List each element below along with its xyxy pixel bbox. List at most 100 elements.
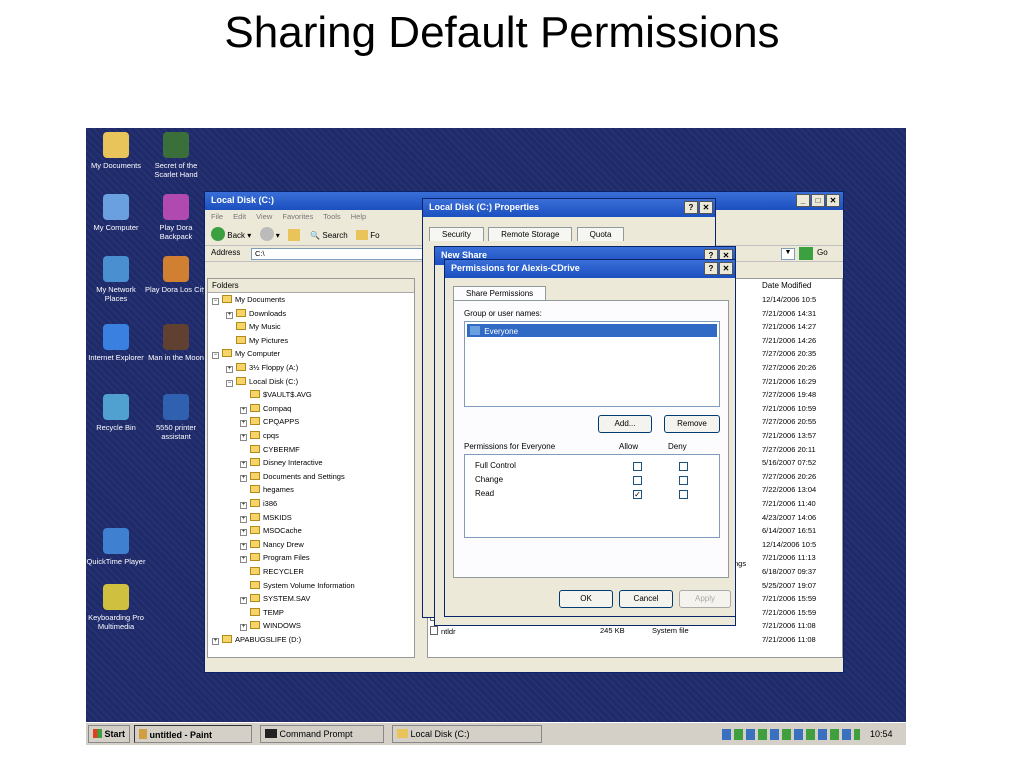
tree-item[interactable]: + MSKIDS (240, 512, 292, 526)
desktop-icon[interactable]: Internet Explorer (86, 324, 148, 362)
start-button[interactable]: Start (88, 725, 130, 743)
expand-toggle-icon[interactable]: + (240, 406, 247, 414)
expand-toggle-icon[interactable]: + (240, 502, 247, 509)
deny-checkbox[interactable] (679, 462, 688, 471)
tree-item[interactable]: CYBERMF (240, 444, 300, 458)
properties-titlebar[interactable]: Local Disk (C:) Properties ? ✕ (423, 199, 715, 217)
expand-toggle-icon[interactable]: + (240, 474, 247, 482)
deny-checkbox[interactable] (679, 490, 688, 499)
tree-item[interactable]: + i386 (240, 499, 277, 512)
user-list[interactable]: Everyone (464, 321, 720, 407)
tree-item[interactable]: + Downloads (226, 308, 286, 322)
expand-toggle-icon[interactable]: + (240, 461, 247, 469)
desktop-icon[interactable]: Man in the Moon (144, 324, 208, 362)
search-button[interactable]: Search (322, 231, 347, 240)
back-button[interactable]: Back (227, 231, 245, 240)
tree-item[interactable]: My Pictures (226, 335, 288, 349)
expand-toggle-icon[interactable]: + (240, 434, 247, 441)
tree-item[interactable]: + WINDOWS (240, 621, 301, 634)
add-button[interactable]: Add... (598, 415, 652, 433)
close-button[interactable]: ✕ (826, 194, 840, 207)
apply-button[interactable]: Apply (679, 590, 731, 608)
back-icon[interactable] (211, 227, 225, 241)
cancel-button[interactable]: Cancel (619, 590, 673, 608)
tab-quota[interactable]: Quota (576, 227, 625, 241)
desktop-icon[interactable]: Keyboarding Pro Multimedia (86, 584, 148, 631)
tree-item[interactable]: TEMP (240, 607, 284, 621)
tree-item[interactable]: − Local Disk (C:) (226, 376, 298, 390)
maximize-button[interactable]: □ (811, 194, 825, 207)
expand-toggle-icon[interactable]: − (226, 379, 233, 387)
tab-remote-storage[interactable]: Remote Storage (488, 227, 573, 241)
desktop-icon[interactable]: My Network Places (86, 256, 148, 303)
tree-item[interactable]: + APABUGSLIFE (D:) (212, 635, 301, 648)
expand-toggle-icon[interactable]: + (240, 529, 247, 537)
address-input[interactable]: C:\ (251, 248, 441, 260)
close-button[interactable]: ✕ (719, 262, 733, 275)
task-paint[interactable]: untitled - Paint (134, 725, 252, 743)
allow-checkbox[interactable]: ✓ (633, 490, 642, 499)
expand-toggle-icon[interactable]: − (212, 298, 219, 305)
task-local-disk[interactable]: Local Disk (C:) (392, 725, 542, 743)
allow-checkbox[interactable] (633, 462, 642, 471)
tree-item[interactable]: + cpqs (240, 431, 279, 444)
tree-item[interactable]: My Music (226, 322, 281, 335)
expand-toggle-icon[interactable]: + (240, 420, 247, 428)
tree-item[interactable]: +3½ Floppy (A:) (226, 363, 298, 376)
allow-checkbox[interactable] (633, 476, 642, 485)
tab-security[interactable]: Security (429, 227, 484, 241)
expand-toggle-icon[interactable]: + (240, 556, 247, 564)
desktop-icon[interactable]: My Documents (86, 132, 148, 170)
desktop-icon[interactable]: My Computer (86, 194, 148, 232)
tree-item[interactable]: + CPQAPPS (240, 417, 299, 430)
expand-toggle-icon[interactable]: + (240, 542, 247, 550)
tree-item[interactable]: − My Documents (212, 295, 285, 308)
forward-icon[interactable] (259, 227, 274, 241)
folders-icon[interactable] (356, 230, 368, 240)
tree-item[interactable]: $VAULT$.AVG (240, 390, 312, 403)
deny-checkbox[interactable] (679, 476, 688, 485)
tree-item[interactable]: RECYCLER (240, 567, 304, 580)
tab-share-permissions[interactable]: Share Permissions (453, 286, 547, 300)
search-icon[interactable]: 🔍 (310, 231, 320, 240)
expand-toggle-icon[interactable]: + (240, 597, 247, 605)
expand-toggle-icon[interactable]: + (212, 638, 219, 645)
tree-item[interactable]: + SYSTEM.SAV (240, 594, 310, 607)
help-button[interactable]: ? (684, 201, 698, 214)
expand-toggle-icon[interactable]: − (212, 352, 219, 360)
desktop-icon[interactable]: QuickTime Player (86, 528, 148, 566)
tray-icons[interactable] (722, 729, 860, 740)
expand-toggle-icon[interactable]: + (226, 311, 233, 319)
desktop-icon[interactable]: Play Dora Los City (144, 256, 208, 294)
tree-item[interactable]: + Compaq (240, 403, 291, 417)
expand-toggle-icon[interactable]: + (240, 515, 247, 523)
tree-item[interactable]: System Volume Information (240, 580, 355, 594)
tree-item[interactable]: + Program Files (240, 553, 310, 566)
go-button[interactable]: Go (817, 248, 828, 257)
permissions-titlebar[interactable]: Permissions for Alexis-CDrive ? ✕ (445, 260, 735, 278)
up-folder-icon[interactable] (287, 229, 300, 241)
tree-item[interactable]: + Documents and Settings (240, 471, 345, 485)
tree-item[interactable]: hegames (240, 485, 294, 498)
expand-toggle-icon[interactable]: + (226, 366, 233, 373)
minimize-button[interactable]: _ (796, 194, 810, 207)
expand-toggle-icon[interactable]: + (240, 624, 247, 632)
date-modified-header[interactable]: Date Modified (762, 281, 811, 290)
tree-item[interactable]: − My Computer (212, 349, 280, 362)
tree-item[interactable]: + MSOCache (240, 526, 302, 539)
user-item-everyone[interactable]: Everyone (467, 324, 717, 337)
go-icon[interactable] (799, 247, 813, 260)
desktop-icon[interactable]: Recycle Bin (86, 394, 148, 432)
tree-item[interactable]: + Nancy Drew (240, 539, 304, 553)
help-button[interactable]: ? (704, 262, 718, 275)
file-row[interactable]: ntldr 245 KB System file (430, 625, 760, 640)
folders-button[interactable]: Fo (370, 231, 379, 240)
address-dropdown[interactable]: ▼ (781, 248, 795, 260)
desktop-icon[interactable]: 5550 printer assistant (144, 394, 208, 441)
desktop-icon[interactable]: Play Dora Backpack (144, 194, 208, 241)
tree-item[interactable]: + Disney Interactive (240, 458, 323, 471)
task-command-prompt[interactable]: Command Prompt (260, 725, 384, 743)
close-button[interactable]: ✕ (699, 201, 713, 214)
ok-button[interactable]: OK (559, 590, 613, 608)
desktop-icon[interactable]: Secret of the Scarlet Hand (144, 132, 208, 179)
